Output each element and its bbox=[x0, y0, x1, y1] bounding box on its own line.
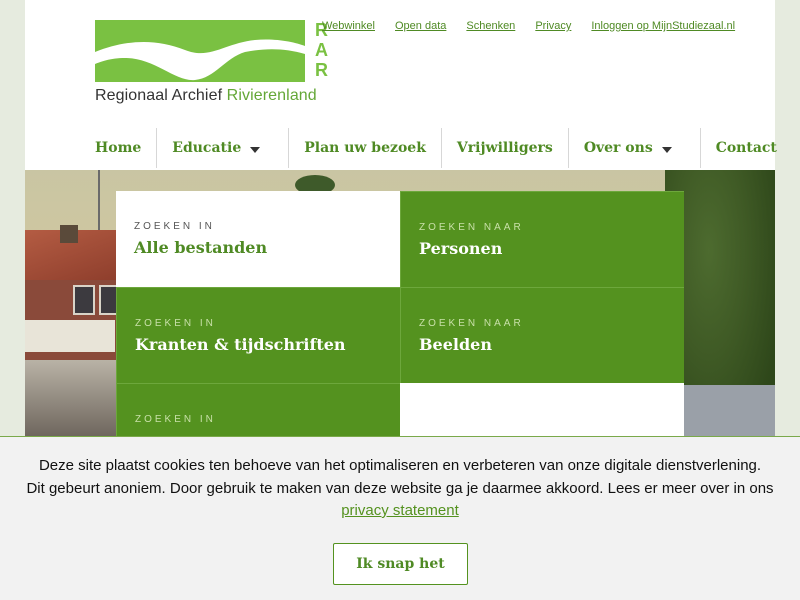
toplink-schenken[interactable]: Schenken bbox=[466, 20, 515, 32]
cookie-text-line2: Dit gebeurt anoniem. Door gebruik te mak… bbox=[26, 480, 774, 497]
accept-cookies-button[interactable]: Ik snap het bbox=[333, 543, 468, 585]
hero-chimney bbox=[60, 225, 78, 243]
nav-over-ons-label: Over ons bbox=[583, 140, 653, 156]
logo-name-dark: Regionaal Archief bbox=[95, 87, 227, 104]
chevron-down-icon bbox=[661, 146, 672, 153]
tile-title: Beelden bbox=[419, 335, 492, 354]
privacy-statement-link[interactable]: privacy statement bbox=[341, 502, 459, 519]
main-nav: Home Educatie Plan uw bezoek Vrijwillige… bbox=[80, 128, 792, 170]
tile-kicker: Zoeken in bbox=[135, 318, 216, 329]
top-links: Webwinkel Open data Schenken Privacy Inl… bbox=[322, 20, 735, 32]
cookie-banner: Deze site plaatst cookies ten behoeve va… bbox=[0, 436, 800, 600]
tile-kicker: Zoeken naar bbox=[419, 222, 524, 233]
hero-sign bbox=[25, 320, 115, 352]
toplink-webwinkel[interactable]: Webwinkel bbox=[322, 20, 375, 32]
cookie-text-line1: Deze site plaatst cookies ten behoeve va… bbox=[38, 457, 762, 474]
nav-vrijwilligers[interactable]: Vrijwilligers bbox=[440, 128, 568, 168]
chevron-down-icon bbox=[250, 146, 261, 153]
tile-title: Kranten & tijdschriften bbox=[135, 335, 346, 354]
toplink-open-data[interactable]: Open data bbox=[395, 20, 446, 32]
tile-kranten[interactable]: Zoeken in Kranten & tijdschriften bbox=[116, 287, 400, 383]
nav-educatie-label: Educatie bbox=[172, 140, 242, 156]
nav-home[interactable]: Home bbox=[80, 128, 156, 168]
nav-contact[interactable]: Contact bbox=[699, 128, 792, 168]
hero-facade bbox=[25, 360, 120, 440]
tile-kicker: Zoeken in bbox=[134, 221, 215, 232]
tile-kicker: Zoeken naar bbox=[419, 318, 524, 329]
hero-window bbox=[73, 285, 95, 315]
toplink-login[interactable]: Inloggen op MijnStudiezaal.nl bbox=[591, 20, 735, 32]
nav-educatie[interactable]: Educatie bbox=[156, 128, 288, 168]
toplink-privacy[interactable]: Privacy bbox=[535, 20, 571, 32]
nav-home-label: Home bbox=[95, 140, 142, 156]
tile-beelden[interactable]: Zoeken naar Beelden bbox=[400, 287, 684, 383]
nav-over-ons[interactable]: Over ons bbox=[567, 128, 700, 168]
logo-letter-r2: R bbox=[315, 60, 328, 80]
nav-contact-label: Contact bbox=[715, 140, 777, 156]
tile-kicker: Zoeken in bbox=[135, 414, 216, 425]
nav-vrijwilligers-label: Vrijwilligers bbox=[456, 140, 553, 156]
nav-plan-uw-bezoek[interactable]: Plan uw bezoek bbox=[288, 128, 441, 168]
hero-pole bbox=[98, 170, 100, 230]
nav-plan-label: Plan uw bezoek bbox=[304, 140, 426, 156]
hero-road bbox=[680, 385, 775, 440]
tile-personen[interactable]: Zoeken naar Personen bbox=[400, 191, 684, 287]
logo-letter-a: A bbox=[315, 40, 328, 60]
tile-title: Personen bbox=[419, 239, 503, 258]
logo-name-green: Rivierenland bbox=[226, 87, 317, 104]
tile-alle-bestanden[interactable]: Zoeken in Alle bestanden bbox=[116, 191, 400, 287]
tile-title: Alle bestanden bbox=[134, 238, 268, 257]
logo-wordmark: Regionaal Archief Rivierenland bbox=[95, 87, 317, 105]
